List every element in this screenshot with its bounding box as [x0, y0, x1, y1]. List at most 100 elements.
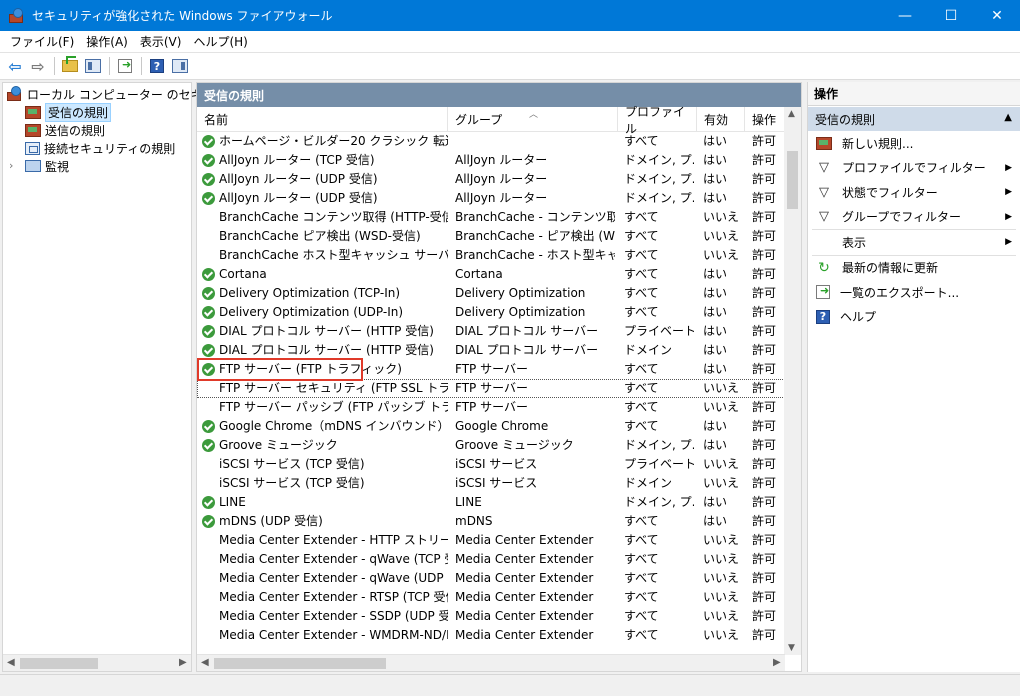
- table-row[interactable]: AllJoyn ルーター (UDP 受信) AllJoyn ルーター ドメイン, プ…: [197, 189, 785, 208]
- actions-section-header[interactable]: 受信の規則 ▲: [808, 107, 1020, 131]
- minimize-button[interactable]: —: [882, 0, 928, 31]
- rule-group: BranchCache - ピア検出 (WS...: [455, 229, 615, 243]
- table-row[interactable]: BranchCache ホスト型キャッシュ サーバー (HT... BranchC…: [197, 246, 785, 265]
- action-item[interactable]: 一覧のエクスポート...: [808, 280, 1020, 305]
- action-item[interactable]: ▽ プロファイルでフィルター ▶: [808, 156, 1020, 181]
- menu-file[interactable]: ファイル(F): [4, 33, 80, 50]
- column-header-enabled[interactable]: 有効: [697, 107, 745, 132]
- close-button[interactable]: ✕: [974, 0, 1020, 31]
- table-row[interactable]: Media Center Extender - HTTP ストリーミン... Me…: [197, 531, 785, 550]
- table-row[interactable]: iSCSI サービス (TCP 受信) iSCSI サービス ドメイン いいえ 許可: [197, 474, 785, 493]
- scroll-right-icon[interactable]: ▶: [179, 657, 187, 668]
- up-folder-icon[interactable]: [59, 55, 81, 77]
- table-row[interactable]: FTP サーバー パッシブ (FTP パッシブ トラフィック... FTP サーバ…: [197, 398, 785, 417]
- firewall-icon: [7, 86, 23, 102]
- export-list-icon[interactable]: [114, 55, 136, 77]
- table-row[interactable]: Delivery Optimization (UDP-In) Delivery O…: [197, 303, 785, 322]
- tree-item-monitoring[interactable]: 監視: [25, 157, 69, 175]
- table-row[interactable]: iSCSI サービス (TCP 受信) iSCSI サービス プライベート,... い…: [197, 455, 785, 474]
- scroll-thumb[interactable]: [787, 151, 798, 209]
- rule-name: ホームページ・ビルダー20 クラシック 転送予約ブ...: [219, 134, 448, 148]
- forward-arrow-icon[interactable]: ⇨: [27, 55, 49, 77]
- rule-profile: ドメイン, プ...: [624, 191, 694, 205]
- rule-name-cell: iSCSI サービス (TCP 受信): [202, 455, 448, 474]
- table-row[interactable]: Google Chrome（mDNS インバウンド） Google Chrome す…: [197, 417, 785, 436]
- action-item[interactable]: 表示 ▶: [808, 230, 1020, 255]
- scroll-left-icon[interactable]: ◀: [201, 657, 209, 668]
- rule-name-cell: Media Center Extender - qWave (TCP 受信): [202, 550, 448, 569]
- rule-enabled: はい: [703, 286, 728, 300]
- menu-help[interactable]: ヘルプ(H): [187, 33, 253, 50]
- show-hide-tree-icon[interactable]: [82, 55, 104, 77]
- table-row[interactable]: BranchCache コンテンツ取得 (HTTP-受信) BranchCache…: [197, 208, 785, 227]
- rule-enabled: いいえ: [703, 476, 740, 490]
- rule-enabled: はい: [703, 134, 728, 148]
- tree-item-label: 接続セキュリティの規則: [44, 141, 176, 156]
- scroll-right-icon[interactable]: ▶: [773, 657, 781, 668]
- table-row[interactable]: BranchCache ピア検出 (WSD-受信) BranchCache - ピ…: [197, 227, 785, 246]
- pane-title: 受信の規則: [197, 83, 801, 107]
- action-item[interactable]: 新しい規則...: [808, 131, 1020, 156]
- tree-item-inbound-rules[interactable]: 受信の規則: [25, 102, 112, 122]
- table-row[interactable]: AllJoyn ルーター (UDP 受信) AllJoyn ルーター ドメイン, プ…: [197, 170, 785, 189]
- table-row[interactable]: Media Center Extender - SSDP (UDP 受信) Med…: [197, 607, 785, 626]
- rules-list-pane: 受信の規則 名前 グループ ︿ プロファイル 有効 操作 ホームページ・ビルダー…: [196, 82, 802, 672]
- table-row[interactable]: mDNS (UDP 受信) mDNS すべて はい 許可: [197, 512, 785, 531]
- rule-action: 許可: [752, 248, 777, 262]
- tree-item-outbound-rules[interactable]: 送信の規則: [25, 121, 105, 139]
- table-row[interactable]: Media Center Extender - WMDRM-ND/R... Med…: [197, 626, 785, 645]
- toolbar: ⇦ ⇨ ?: [0, 53, 1020, 80]
- rule-profile: すべて: [624, 286, 659, 300]
- table-row[interactable]: Media Center Extender - qWave (TCP 受信) Me…: [197, 550, 785, 569]
- action-item[interactable]: ↻ 最新の情報に更新: [808, 256, 1020, 281]
- help-icon: ?: [816, 309, 830, 324]
- table-row[interactable]: DIAL プロトコル サーバー (HTTP 受信) DIAL プロトコル サーバー…: [197, 322, 785, 341]
- table-row[interactable]: LINE LINE ドメイン, プ... はい 許可: [197, 493, 785, 512]
- table-row[interactable]: AllJoyn ルーター (TCP 受信) AllJoyn ルーター ドメイン, プ…: [197, 151, 785, 170]
- rule-name: BranchCache ホスト型キャッシュ サーバー (HT...: [219, 248, 448, 262]
- table-row[interactable]: Groove ミュージック Groove ミュージック ドメイン, プ... はい 許可: [197, 436, 785, 455]
- maximize-button[interactable]: ☐: [928, 0, 974, 31]
- rule-action: 許可: [752, 609, 777, 623]
- scroll-left-icon[interactable]: ◀: [7, 657, 15, 668]
- table-row[interactable]: Cortana Cortana すべて はい 許可: [197, 265, 785, 284]
- rule-enabled: はい: [703, 419, 728, 433]
- collapse-up-icon[interactable]: ▲: [1004, 112, 1012, 123]
- rule-enabled: いいえ: [703, 533, 740, 547]
- back-arrow-icon[interactable]: ⇦: [4, 55, 26, 77]
- column-header-profile[interactable]: プロファイル: [618, 105, 697, 136]
- table-row[interactable]: FTP サーバー セキュリティ (FTP SSL トラフィック... FTP サー…: [197, 379, 785, 398]
- rule-profile: すべて: [624, 210, 659, 224]
- rule-group: BranchCache - ホスト型キャッ...: [455, 248, 615, 262]
- scroll-down-icon[interactable]: ▼: [788, 643, 795, 653]
- show-hide-action-pane-icon[interactable]: [169, 55, 191, 77]
- rule-group: Delivery Optimization: [455, 286, 586, 300]
- rule-profile: プライベート: [624, 324, 694, 338]
- menu-action[interactable]: 操作(A): [80, 33, 134, 50]
- rule-enabled: はい: [703, 514, 728, 528]
- table-row[interactable]: Media Center Extender - RTSP (TCP 受信) Med…: [197, 588, 785, 607]
- table-row[interactable]: DIAL プロトコル サーバー (HTTP 受信) DIAL プロトコル サーバー…: [197, 341, 785, 360]
- table-row[interactable]: Media Center Extender - qWave (UDP 受... M…: [197, 569, 785, 588]
- rule-enabled: はい: [703, 267, 728, 281]
- scroll-thumb[interactable]: [214, 658, 386, 669]
- rule-icon: [25, 105, 41, 119]
- scroll-up-icon[interactable]: ▲: [788, 109, 795, 119]
- action-item[interactable]: ▽ グループでフィルター ▶: [808, 205, 1020, 230]
- table-row[interactable]: Delivery Optimization (TCP-In) Delivery O…: [197, 284, 785, 303]
- rule-group: Media Center Extender: [455, 571, 594, 585]
- action-item[interactable]: ▽ 状態でフィルター ▶: [808, 180, 1020, 205]
- tree-horizontal-scrollbar[interactable]: ◀ ▶: [3, 654, 191, 671]
- column-header-name[interactable]: 名前: [197, 107, 448, 132]
- table-row[interactable]: FTP サーバー (FTP トラフィック) FTP サーバー すべて はい 許可: [197, 360, 785, 379]
- scroll-thumb[interactable]: [20, 658, 98, 669]
- table-row[interactable]: ホームページ・ビルダー20 クラシック 転送予約ブ... すべて はい 許可: [197, 132, 785, 151]
- rules-vertical-scrollbar[interactable]: ▲ ▼: [784, 107, 801, 655]
- action-item[interactable]: ? ヘルプ: [808, 305, 1020, 330]
- expand-chevron-icon[interactable]: ›: [9, 159, 13, 172]
- menu-view[interactable]: 表示(V): [134, 33, 188, 50]
- column-header-action[interactable]: 操作: [745, 107, 785, 132]
- tree-item-connection-security-rules[interactable]: 接続セキュリティの規則: [25, 139, 175, 157]
- help-icon[interactable]: ?: [146, 55, 168, 77]
- rules-horizontal-scrollbar[interactable]: ◀ ▶: [197, 654, 785, 671]
